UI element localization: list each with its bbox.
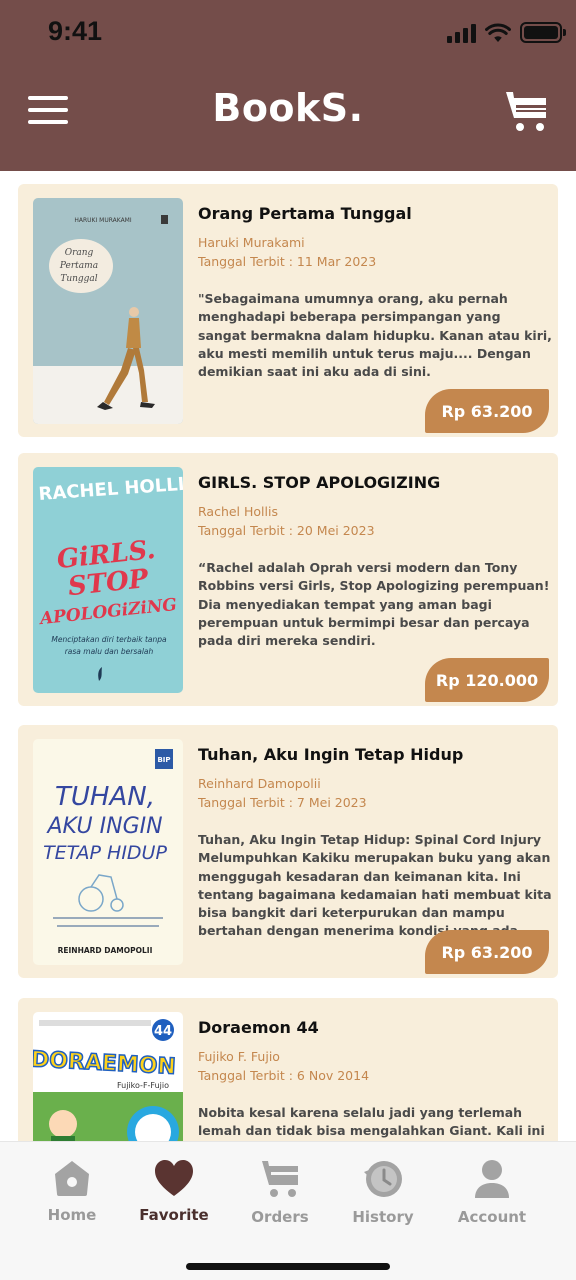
cover-author: HARUKI MURAKAMI xyxy=(74,217,131,224)
status-icons xyxy=(447,22,566,43)
cover-tagline-line2: rasa malu dan bersalah xyxy=(65,647,154,656)
book-card[interactable]: BIP TUHAN, AKU INGIN TETAP HIDUP REINHAR… xyxy=(18,725,558,978)
tab-label: Home xyxy=(47,1206,97,1224)
cover-author: REINHARD DAMOPOLII xyxy=(58,946,153,955)
book-release-date: Tanggal Terbit : 20 Mei 2023 xyxy=(198,523,375,538)
cover-publisher: BIP xyxy=(157,756,170,764)
cover-title-line3: Tunggal xyxy=(60,274,97,284)
cart-icon xyxy=(262,1161,298,1197)
book-author: Haruki Murakami xyxy=(198,235,305,250)
cover-tagline-line1: Menciptakan diri terbaik tanpa xyxy=(51,635,167,644)
wifi-icon xyxy=(485,23,511,42)
cover-title-line2: Pertama xyxy=(59,261,98,271)
book-author: Fujiko F. Fujio xyxy=(198,1049,280,1064)
cover-title-line1: TUHAN, xyxy=(55,782,155,812)
book-card[interactable]: 44 DORAEMON Fujiko-F-Fujio Doraemon 44 F… xyxy=(18,998,558,1141)
cellular-signal-icon xyxy=(447,23,476,43)
book-release-date: Tanggal Terbit : 6 Nov 2014 xyxy=(198,1068,370,1083)
price-button[interactable]: Rp 63.200 xyxy=(425,930,549,974)
book-title[interactable]: Tuhan, Aku Ingin Tetap Hidup xyxy=(198,745,548,764)
app-title: BookS. xyxy=(212,86,364,130)
book-description: Tuhan, Aku Ingin Tetap Hidup: Spinal Cor… xyxy=(198,832,552,939)
home-indicator xyxy=(186,1263,390,1270)
book-cover: BIP TUHAN, AKU INGIN TETAP HIDUP REINHAR… xyxy=(33,739,183,965)
tab-label: Favorite xyxy=(139,1206,209,1224)
price-button[interactable]: Rp 120.000 xyxy=(425,658,549,702)
book-card[interactable]: HARUKI MURAKAMI Orang Pertama Tunggal Or… xyxy=(18,184,558,437)
book-title[interactable]: Doraemon 44 xyxy=(198,1018,548,1037)
tab-history[interactable]: History xyxy=(333,1158,433,1248)
app-header: 9:41 BookS. xyxy=(0,0,576,171)
book-release-date: Tanggal Terbit : 11 Mar 2023 xyxy=(198,254,377,269)
bottom-tab-bar: Home Favorite Orders History Account xyxy=(0,1141,576,1280)
heart-icon xyxy=(155,1160,193,1196)
book-author: Rachel Hollis xyxy=(198,504,278,519)
book-cover: 44 DORAEMON Fujiko-F-Fujio xyxy=(33,1012,183,1141)
home-icon xyxy=(55,1161,89,1196)
book-title[interactable]: Orang Pertama Tunggal xyxy=(198,204,548,223)
tab-orders[interactable]: Orders xyxy=(230,1158,330,1248)
tab-label: History xyxy=(352,1208,414,1226)
book-author: Reinhard Damopolii xyxy=(198,776,321,791)
tab-label: Account xyxy=(457,1208,527,1226)
cover-title-line3: TETAP HIDUP xyxy=(43,842,167,864)
tab-account[interactable]: Account xyxy=(442,1158,542,1248)
history-icon xyxy=(364,1161,402,1197)
cover-title-line1: Orang xyxy=(65,248,94,258)
tab-favorite[interactable]: Favorite xyxy=(124,1158,224,1248)
book-cover: HARUKI MURAKAMI Orang Pertama Tunggal xyxy=(33,198,183,424)
battery-icon xyxy=(520,22,566,43)
book-cover: RACHEL HOLLIS GiRLS. STOP APOLOGiZiNG Me… xyxy=(33,467,183,693)
book-description: “Rachel adalah Oprah versi modern dan To… xyxy=(198,560,550,649)
cover-title-line2: AKU INGIN xyxy=(45,814,162,839)
price-button[interactable]: Rp 63.200 xyxy=(425,389,549,433)
account-icon xyxy=(475,1160,509,1198)
cart-button[interactable] xyxy=(504,88,548,134)
cover-author: Fujiko-F-Fujio xyxy=(117,1081,169,1090)
book-description: "Sebagaimana umumnya orang, aku pernah m… xyxy=(198,291,552,380)
book-title[interactable]: GIRLS. STOP APOLOGIZING xyxy=(198,473,548,492)
book-description: Nobita kesal karena selalu jadi yang ter… xyxy=(198,1105,545,1139)
cover-volume: 44 xyxy=(154,1024,172,1039)
cart-icon xyxy=(506,92,546,131)
book-release-date: Tanggal Terbit : 7 Mei 2023 xyxy=(198,795,367,810)
book-list[interactable]: HARUKI MURAKAMI Orang Pertama Tunggal Or… xyxy=(0,171,576,1141)
tab-home[interactable]: Home xyxy=(22,1158,122,1248)
tab-label: Orders xyxy=(251,1208,309,1226)
book-card[interactable]: RACHEL HOLLIS GiRLS. STOP APOLOGiZiNG Me… xyxy=(18,453,558,706)
status-time: 9:41 xyxy=(48,16,103,46)
